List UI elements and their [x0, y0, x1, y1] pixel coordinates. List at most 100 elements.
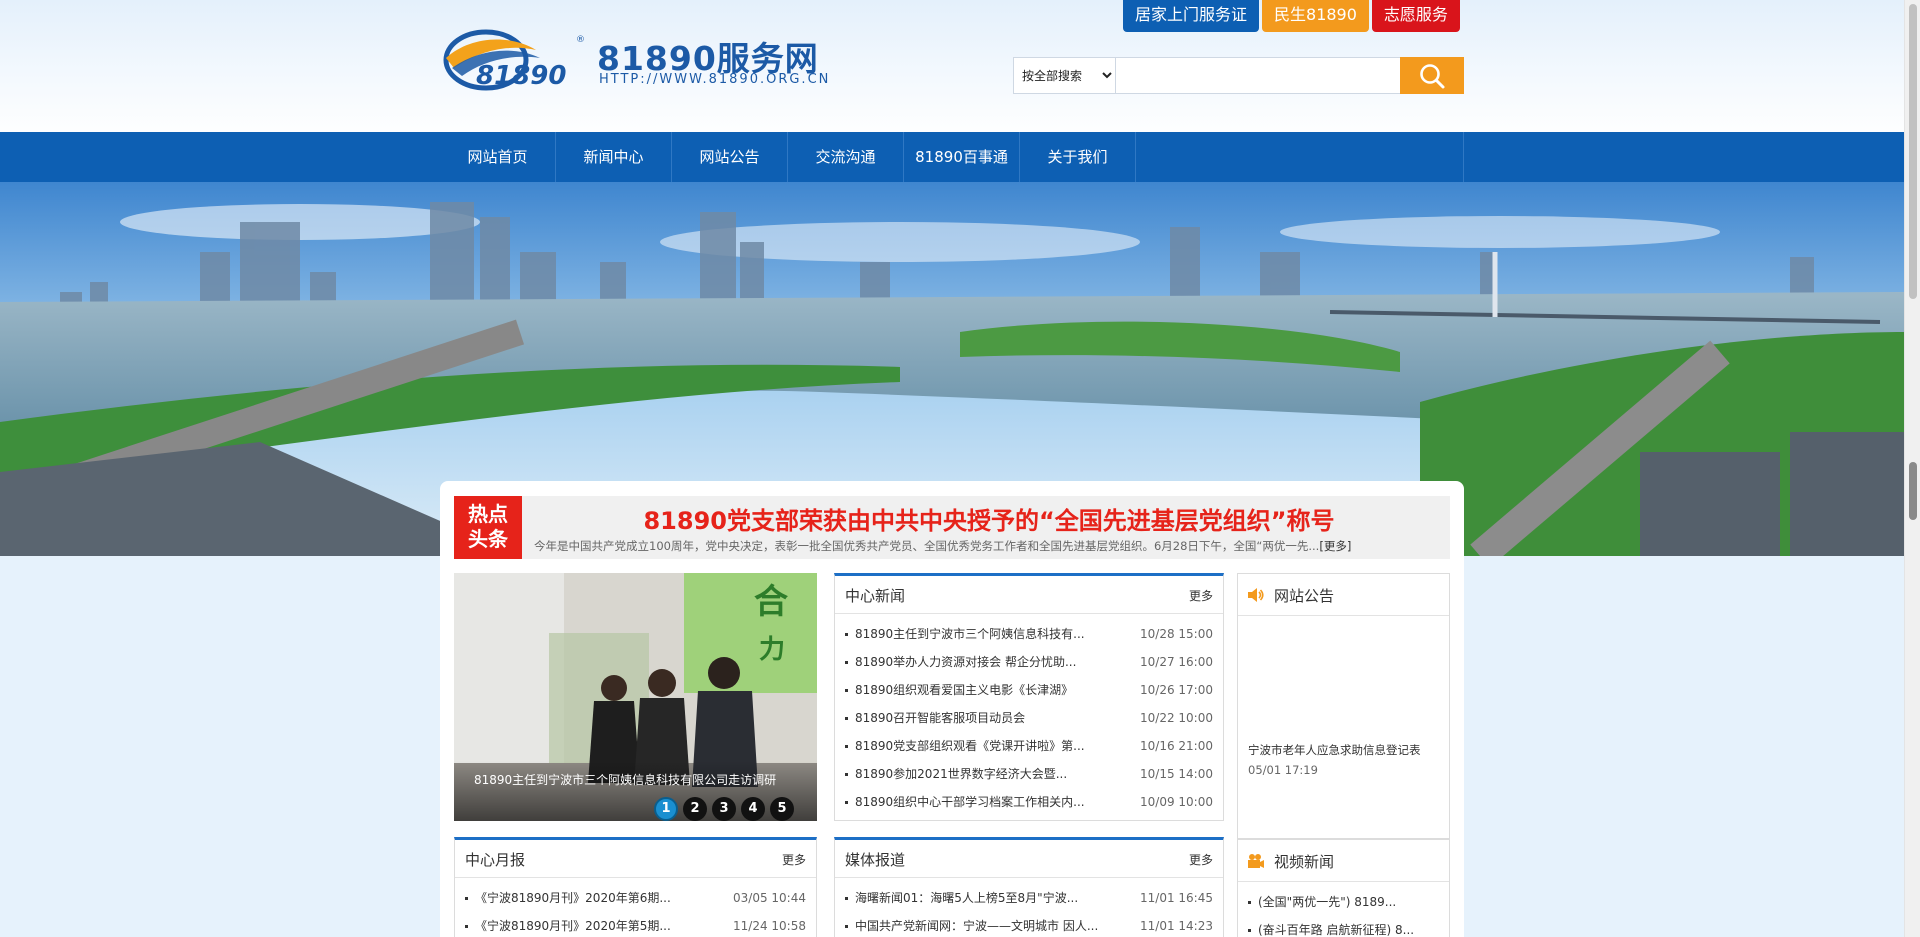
top-link-home-service[interactable]: 居家上门服务证: [1123, 0, 1260, 32]
media-panel: 媒体报道 更多 海曙新闻01：海曙5人上榜5至8月"宁波... 11/01 16:…: [834, 837, 1224, 937]
center-news-panel: 中心新闻 更多 81890主任到宁波市三个阿姨信息科技有... 10/28 15:…: [834, 573, 1224, 821]
main-nav: 网站首页 新闻中心 网站公告 交流沟通 81890百事通 关于我们: [0, 132, 1904, 182]
center-news-header: 中心新闻 更多: [835, 576, 1223, 614]
news-title: 81890参加2021世界数字经济大会暨...: [855, 767, 1068, 781]
video-header: 视频新闻: [1238, 840, 1449, 882]
news-date: 10/15 14:00: [1140, 767, 1213, 781]
hot-news-badge-line2: 头条: [468, 527, 508, 551]
list-item[interactable]: (全国"两优一先") 8189...: [1248, 888, 1439, 916]
speaker-icon: [1248, 588, 1264, 602]
list-item[interactable]: 海曙新闻01：海曙5人上榜5至8月"宁波... 11/01 16:45: [845, 884, 1213, 912]
headline-title[interactable]: 81890党支部荣获由中共中央授予的“全国先进基层党组织”称号: [534, 501, 1444, 536]
hot-news-badge-line1: 热点: [468, 502, 508, 526]
news-title: 81890举办人力资源对接会 帮企分忧助...: [855, 655, 1077, 669]
list-item[interactable]: 81890举办人力资源对接会 帮企分忧助... 10/27 16:00: [845, 648, 1213, 676]
news-date: 10/28 15:00: [1140, 627, 1213, 641]
media-header: 媒体报道 更多: [835, 840, 1223, 878]
list-item[interactable]: 81890主任到宁波市三个阿姨信息科技有... 10/28 15:00: [845, 620, 1213, 648]
scrollbar-marker: [1909, 462, 1917, 520]
list-item[interactable]: 81890召开智能客服项目动员会 10/22 10:00: [845, 704, 1213, 732]
news-title: (奋斗百年路 启航新征程) 8...: [1258, 923, 1415, 937]
nav-item-communication[interactable]: 交流沟通: [788, 132, 904, 182]
headline-desc-text: 今年是中国共产党成立100周年，党中央决定，表彰一批全国优秀共产党员、全国优秀党…: [534, 539, 1320, 553]
list-item[interactable]: 81890参加2021世界数字经济大会暨... 10/15 14:00: [845, 760, 1213, 788]
media-list: 海曙新闻01：海曙5人上榜5至8月"宁波... 11/01 16:45 中国共产党…: [835, 878, 1223, 937]
list-item[interactable]: 81890组织中心干部学习档案工作相关内... 10/09 10:00: [845, 788, 1213, 816]
list-item[interactable]: 81890党支部组织观看《党课开讲啦》第... 10/16 21:00: [845, 732, 1213, 760]
site-logo[interactable]: 81890 ® 81890服务网 HTTP://WWW.81890.ORG.CN: [440, 28, 840, 92]
news-date: 11/24 10:58: [733, 919, 806, 933]
logo-url: HTTP://WWW.81890.ORG.CN: [599, 72, 831, 87]
headline-inner: 热点 头条 81890党支部荣获由中共中央授予的“全国先进基层党组织”称号 今年…: [454, 496, 1450, 559]
top-link-volunteer[interactable]: 志愿服务: [1371, 0, 1460, 32]
main-nav-inner: 网站首页 新闻中心 网站公告 交流沟通 81890百事通 关于我们: [440, 132, 1464, 182]
nav-item-about[interactable]: 关于我们: [1020, 132, 1136, 182]
top-link-minsheng[interactable]: 民生81890: [1262, 0, 1369, 32]
page: 81890 ® 81890服务网 HTTP://WWW.81890.ORG.CN…: [0, 0, 1904, 937]
search-bar: 按全部搜索: [1013, 57, 1464, 94]
news-date: 10/22 10:00: [1140, 711, 1213, 725]
list-item[interactable]: 《宁波81890月刊》2020年第5期... 11/24 10:58: [465, 912, 806, 937]
video-title: 视频新闻: [1274, 853, 1335, 871]
search-input[interactable]: [1116, 58, 1400, 93]
news-title: 中国共产党新闻网：宁波——文明城市 因人...: [855, 919, 1099, 933]
scrollbar-thumb[interactable]: [1909, 4, 1917, 299]
headline-more-link[interactable]: [更多]: [1319, 539, 1351, 553]
page-scrollbar[interactable]: [1904, 0, 1920, 937]
search-scope-select[interactable]: 按全部搜索: [1014, 58, 1116, 93]
list-item[interactable]: 81890组织观看爱国主义电影《长津湖》 10/26 17:00: [845, 676, 1213, 704]
logo-mark-icon: 81890 ®: [443, 29, 584, 91]
center-news-more-link[interactable]: 更多: [1189, 587, 1213, 604]
media-more-link[interactable]: 更多: [1189, 851, 1213, 868]
news-title: 81890组织中心干部学习档案工作相关内...: [855, 795, 1085, 809]
news-date: 03/05 10:44: [733, 891, 806, 905]
list-item[interactable]: 中国共产党新闻网：宁波——文明城市 因人... 11/01 14:23: [845, 912, 1213, 937]
notice-title: 网站公告: [1274, 587, 1335, 605]
media-title: 媒体报道: [845, 851, 906, 869]
slider-dot-3[interactable]: 3: [712, 797, 736, 821]
notice-item-date: 05/01 17:19: [1248, 763, 1318, 777]
slider-dot-4[interactable]: 4: [741, 797, 765, 821]
slider-dot-1[interactable]: 1: [654, 797, 678, 821]
news-title: (全国"两优一先") 8189...: [1258, 895, 1397, 909]
news-title: 81890党支部组织观看《党课开讲啦》第...: [855, 739, 1085, 753]
headline-desc: 今年是中国共产党成立100周年，党中央决定，表彰一批全国优秀共产党员、全国优秀党…: [534, 538, 1444, 554]
center-news-list: 81890主任到宁波市三个阿姨信息科技有... 10/28 15:00 81890…: [835, 614, 1223, 816]
nav-item-notices[interactable]: 网站公告: [672, 132, 788, 182]
svg-text:合: 合: [754, 582, 788, 622]
monthly-title: 中心月报: [465, 851, 526, 869]
nav-item-baishitong[interactable]: 81890百事通: [904, 132, 1020, 182]
search-button[interactable]: [1400, 57, 1464, 94]
slider-dot-5[interactable]: 5: [770, 797, 794, 821]
notice-item-title[interactable]: 宁波市老年人应急求助信息登记表: [1248, 742, 1421, 758]
monthly-more-link[interactable]: 更多: [782, 851, 806, 868]
news-title: 《宁波81890月刊》2020年第6期...: [475, 891, 671, 905]
main-content: 合 力 81890主任到宁波市三个阿姨信息科技有限公司走访调研 1 2 3 4 …: [440, 567, 1464, 937]
news-date: 11/01 14:23: [1140, 919, 1213, 933]
hot-news-badge: 热点 头条: [454, 496, 522, 559]
photo-slider[interactable]: 合 力 81890主任到宁波市三个阿姨信息科技有限公司走访调研 1 2 3 4 …: [454, 573, 817, 821]
nav-item-news-center[interactable]: 新闻中心: [556, 132, 672, 182]
slider-dots: 1 2 3 4 5: [654, 797, 794, 821]
news-title: 81890召开智能客服项目动员会: [855, 711, 1026, 725]
news-title: 81890主任到宁波市三个阿姨信息科技有...: [855, 627, 1085, 641]
monthly-header: 中心月报 更多: [455, 840, 816, 878]
nav-item-home[interactable]: 网站首页: [440, 132, 556, 182]
headline-box: 热点 头条 81890党支部荣获由中共中央授予的“全国先进基层党组织”称号 今年…: [440, 481, 1464, 567]
news-date: 10/16 21:00: [1140, 739, 1213, 753]
list-item[interactable]: 《宁波81890月刊》2020年第6期... 03/05 10:44: [465, 884, 806, 912]
svg-text:®: ®: [576, 35, 584, 45]
center-news-title: 中心新闻: [845, 587, 906, 605]
monthly-panel: 中心月报 更多 《宁波81890月刊》2020年第6期... 03/05 10:4…: [454, 837, 817, 937]
news-date: 11/01 16:45: [1140, 891, 1213, 905]
video-panel: 视频新闻 (全国"两优一先") 8189... (奋斗百年路 启航新征程) 8.…: [1237, 839, 1450, 937]
list-item[interactable]: (奋斗百年路 启航新征程) 8...: [1248, 916, 1439, 937]
slider-dot-2[interactable]: 2: [683, 797, 707, 821]
top-links: 居家上门服务证 民生81890 志愿服务: [1123, 0, 1460, 32]
news-title: 《宁波81890月刊》2020年第5期...: [475, 919, 671, 933]
slider-caption[interactable]: 81890主任到宁波市三个阿姨信息科技有限公司走访调研: [474, 771, 776, 788]
notice-header: 网站公告: [1238, 574, 1449, 616]
svg-text:力: 力: [759, 635, 785, 665]
notice-panel: 网站公告 宁波市老年人应急求助信息登记表 05/01 17:19: [1237, 573, 1450, 839]
monthly-list: 《宁波81890月刊》2020年第6期... 03/05 10:44 《宁波818…: [455, 878, 816, 937]
